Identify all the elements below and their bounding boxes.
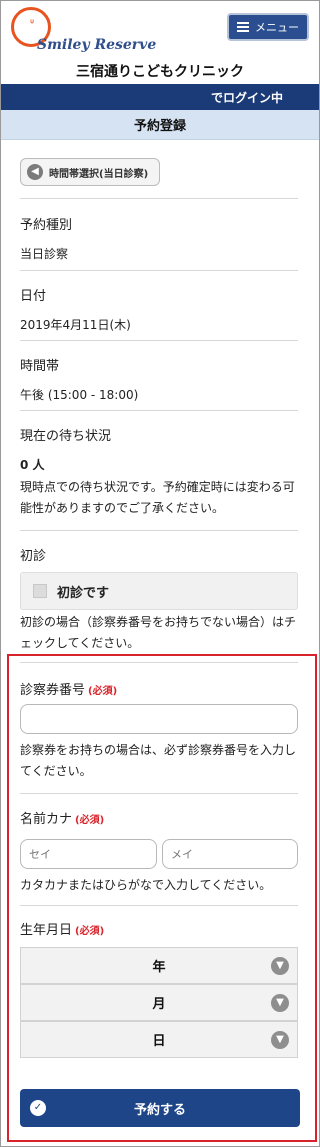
divider	[20, 530, 298, 531]
waiting-label: 現在の待ち状況	[20, 429, 112, 444]
divider	[20, 198, 298, 199]
time-select-label: 時間帯選択(当日診察)	[49, 168, 149, 180]
check-icon: ✓	[30, 1100, 46, 1116]
time-slot-section: 時間帯 午後 (15:00 - 18:00)	[20, 355, 298, 403]
birth-month-value: 月	[152, 997, 166, 1012]
divider	[20, 662, 298, 663]
waiting-section: 現在の待ち状況 0 人 現時点での待ち状況です。予約確定時には変わる可能性があり…	[20, 425, 298, 519]
back-arrow-icon: ◀	[27, 164, 43, 180]
chevron-down-icon: ▼	[271, 957, 289, 975]
card-number-input[interactable]	[20, 704, 298, 734]
reserve-button-label: 予約する	[133, 1102, 186, 1118]
birth-day-select[interactable]: 日 ▼	[20, 1021, 298, 1058]
first-visit-checkbox[interactable]	[33, 584, 47, 598]
menu-label: メニュー	[255, 21, 299, 34]
required-tag: (必須)	[75, 815, 105, 826]
date-value: 2019年4月11日(木)	[20, 318, 131, 332]
logo-text: Smiley Reserve	[37, 37, 157, 53]
required-tag: (必須)	[75, 926, 105, 937]
birth-year-select[interactable]: 年 ▼	[20, 947, 298, 984]
waiting-note: 現時点での待ち状況です。予約確定時には変わる可能性がありますのでご了承ください。	[20, 480, 295, 515]
date-label: 日付	[20, 289, 47, 304]
divider	[20, 410, 298, 411]
page-title: 予約登録	[1, 110, 319, 140]
birth-year-value: 年	[152, 960, 166, 975]
sei-input[interactable]	[20, 839, 157, 869]
reserve-button[interactable]: ✓ 予約する	[20, 1089, 300, 1127]
first-visit-section: 初診	[20, 545, 298, 564]
logo: ᐡ Smiley Reserve	[9, 7, 156, 55]
clinic-name: 三宿通りこどもクリニック	[76, 64, 244, 80]
birthdate-section: 生年月日 (必須)	[20, 919, 298, 938]
birthdate-label: 生年月日	[20, 923, 73, 938]
divider	[20, 905, 298, 906]
name-kana-note: カタカナまたはひらがなで入力してください。	[20, 878, 272, 892]
date-section: 日付 2019年4月11日(木)	[20, 285, 298, 333]
name-kana-section: 名前カナ (必須)	[20, 808, 298, 827]
first-visit-label: 初診	[20, 549, 47, 564]
card-number-label: 診察券番号	[20, 683, 86, 698]
birth-day-value: 日	[152, 1034, 166, 1049]
reservation-type-label: 予約種別	[20, 218, 73, 233]
name-kana-label: 名前カナ	[20, 812, 73, 827]
waiting-count: 0 人	[20, 458, 45, 472]
divider	[20, 270, 298, 271]
birth-month-select[interactable]: 月 ▼	[20, 984, 298, 1021]
card-number-note: 診察券をお持ちの場合は、必ず診察券番号を入力してください。	[20, 743, 297, 778]
hamburger-icon	[237, 22, 249, 32]
first-visit-checkbox-row[interactable]: 初診です	[20, 572, 298, 610]
time-slot-value: 午後 (15:00 - 18:00)	[20, 388, 139, 402]
reservation-type-value: 当日診察	[20, 247, 69, 261]
chevron-down-icon: ▼	[271, 994, 289, 1012]
divider	[20, 340, 298, 341]
required-tag: (必須)	[88, 686, 118, 697]
mei-input[interactable]	[162, 839, 298, 869]
reservation-type-section: 予約種別 当日診察	[20, 214, 298, 262]
first-visit-checkbox-label: 初診です	[57, 585, 110, 601]
header: ᐡ Smiley Reserve メニュー 三宿通りこどもクリニック	[1, 1, 319, 83]
menu-button[interactable]: メニュー	[227, 13, 309, 41]
login-status-bar: でログイン中	[1, 84, 319, 110]
card-number-section: 診察券番号 (必須)	[20, 679, 298, 698]
time-select-button[interactable]: ◀ 時間帯選択(当日診察)	[20, 158, 160, 186]
first-visit-note: 初診の場合（診察券番号をお持ちでない場合）はチェックしてください。	[20, 615, 297, 650]
chevron-down-icon: ▼	[271, 1031, 289, 1049]
time-slot-label: 時間帯	[20, 359, 60, 374]
divider	[20, 793, 298, 794]
